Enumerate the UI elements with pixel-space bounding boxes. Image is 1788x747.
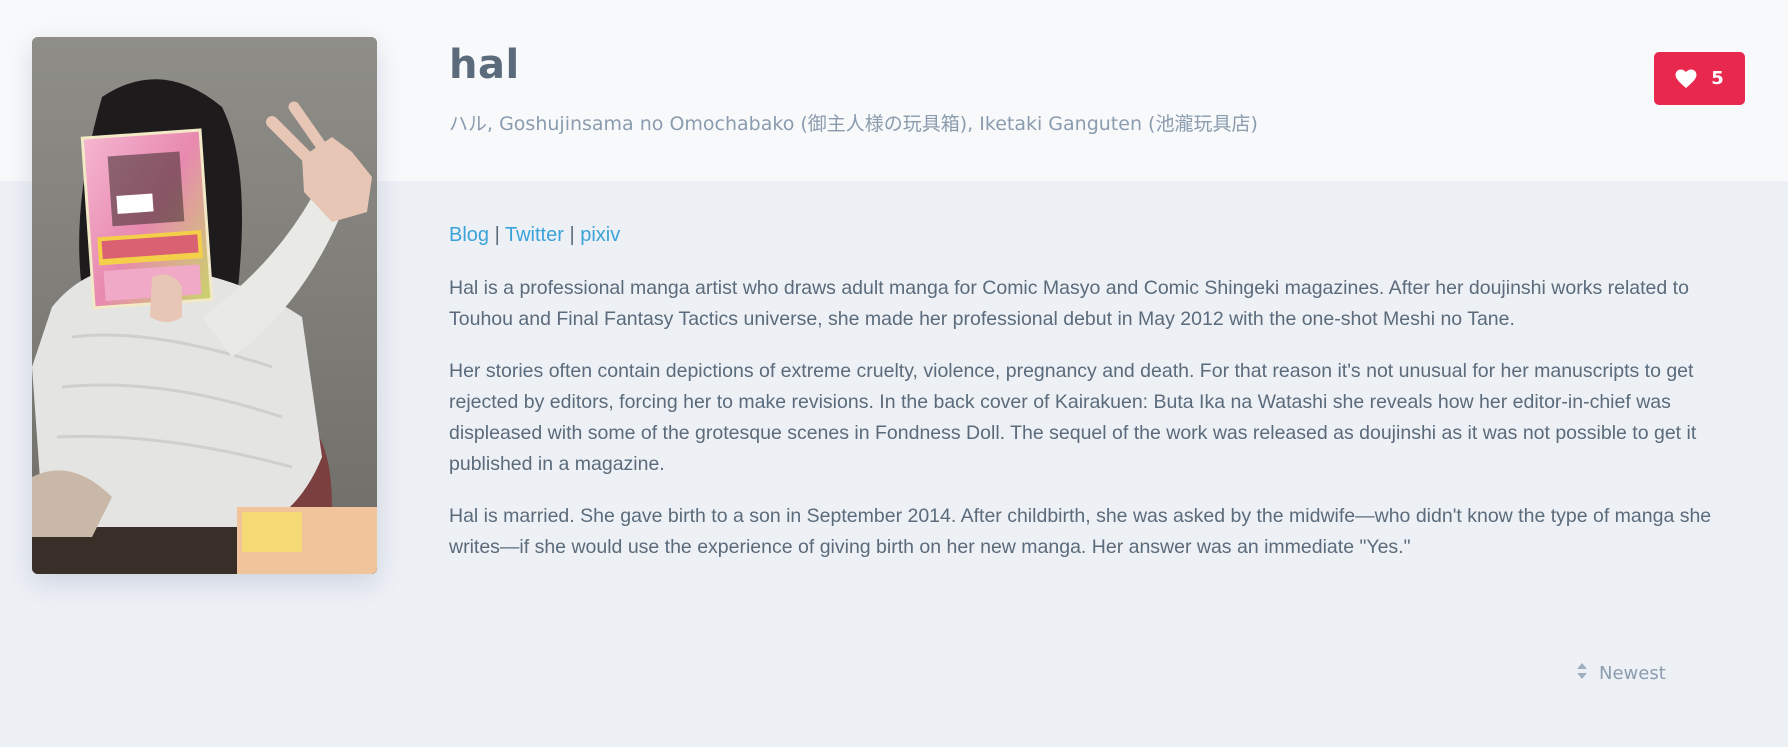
sort-icon	[1576, 662, 1588, 685]
artist-aliases: ハル, Goshujinsama no Omochabako (御主人様の玩具箱…	[449, 113, 1258, 135]
external-links: Blog | Twitter | pixiv	[449, 224, 620, 247]
artist-page: hal ハル, Goshujinsama no Omochabako (御主人様…	[0, 0, 1788, 747]
favorite-button[interactable]: 5	[1654, 52, 1745, 105]
bio-paragraph: Her stories often contain depictions of …	[449, 360, 1697, 475]
page-title: hal	[449, 42, 520, 88]
favorite-count: 5	[1711, 68, 1724, 89]
link-separator: |	[494, 224, 500, 246]
sort-dropdown[interactable]: Newest	[1576, 662, 1666, 685]
profile-photo	[32, 37, 377, 574]
sort-label: Newest	[1599, 663, 1666, 684]
pixiv-link[interactable]: pixiv	[580, 224, 620, 246]
twitter-link[interactable]: Twitter	[505, 224, 564, 246]
heart-icon	[1675, 68, 1697, 89]
artist-bio: Hal is a professional manga artist who d…	[449, 273, 1739, 584]
blog-link[interactable]: Blog	[449, 224, 489, 246]
bio-paragraph: Hal is married. She gave birth to a son …	[449, 505, 1712, 558]
link-separator: |	[569, 224, 575, 246]
bio-paragraph: Hal is a professional manga artist who d…	[449, 277, 1689, 330]
